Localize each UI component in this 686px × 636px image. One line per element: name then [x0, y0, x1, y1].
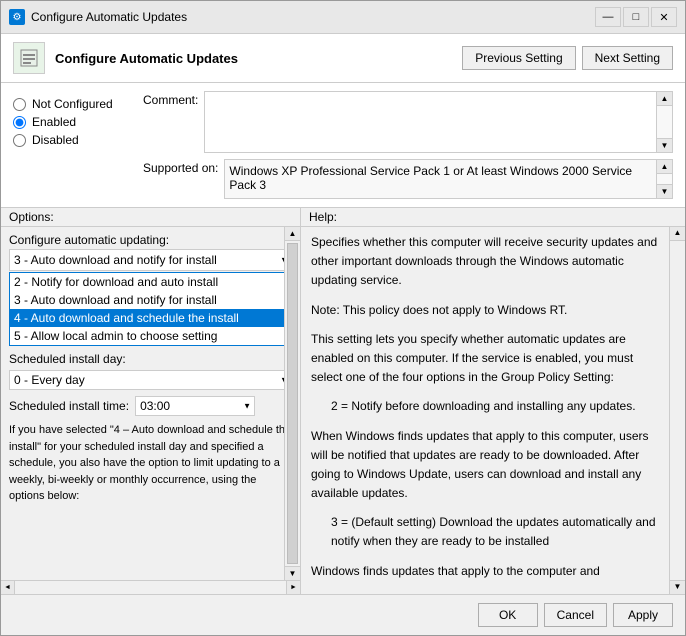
schedule-time-label: Scheduled install time:: [9, 399, 129, 413]
footer: OK Cancel Apply: [1, 594, 685, 635]
header-bar: Configure Automatic Updates Previous Set…: [1, 34, 685, 83]
enabled-option[interactable]: Enabled: [13, 115, 143, 129]
panels-labels: Options: Help:: [1, 208, 685, 227]
schedule-time-select[interactable]: 03:00: [135, 396, 255, 416]
not-configured-label: Not Configured: [32, 97, 113, 111]
schedule-day-group: Scheduled install day: 0 - Every day ▼: [9, 352, 292, 390]
title-bar: ⚙ Configure Automatic Updates — □ ✕: [1, 1, 685, 34]
right-scroll-up[interactable]: ▲: [670, 227, 685, 241]
help-para2: Note: This policy does not apply to Wind…: [311, 301, 659, 320]
left-scroll-up[interactable]: ▲: [285, 227, 300, 241]
schedule-time-group: Scheduled install time: 03:00 ▼: [9, 396, 292, 416]
help-panel: Specifies whether this computer will rec…: [301, 227, 685, 594]
window-icon: ⚙: [9, 9, 25, 25]
help-para5: When Windows finds updates that apply to…: [311, 427, 659, 504]
schedule-time-select-wrapper: 03:00 ▼: [135, 396, 255, 416]
left-panel-scrollbar: ▲ ▼: [284, 227, 300, 580]
right-scroll-down[interactable]: ▼: [670, 580, 685, 594]
disabled-radio[interactable]: [13, 134, 26, 147]
header-navigation: Previous Setting Next Setting: [462, 46, 673, 70]
close-button[interactable]: ✕: [651, 7, 677, 27]
horiz-left-btn[interactable]: ◄: [1, 581, 15, 595]
enabled-label: Enabled: [32, 115, 76, 129]
main-window: ⚙ Configure Automatic Updates — □ ✕ Conf…: [0, 0, 686, 636]
supported-value: Windows XP Professional Service Pack 1 o…: [224, 159, 657, 199]
supported-label: Supported on:: [143, 159, 218, 175]
previous-setting-button[interactable]: Previous Setting: [462, 46, 575, 70]
ok-button[interactable]: OK: [478, 603, 538, 627]
disabled-option[interactable]: Disabled: [13, 133, 143, 147]
dropdown-item-2[interactable]: 2 - Notify for download and auto install: [10, 273, 291, 291]
dropdown-item-5[interactable]: 5 - Allow local admin to choose setting: [10, 327, 291, 345]
header-icon: [13, 42, 45, 74]
right-panel-scrollbar: ▲ ▼: [669, 227, 685, 594]
schedule-day-select-wrapper: 0 - Every day ▼: [9, 370, 292, 390]
not-configured-option[interactable]: Not Configured: [13, 97, 143, 111]
scroll-down-arrow[interactable]: ▼: [657, 138, 672, 152]
info-text: If you have selected "4 – Auto download …: [9, 422, 292, 505]
header-title: Configure Automatic Updates: [55, 51, 452, 66]
dropdown-item-3[interactable]: 3 - Auto download and notify for install: [10, 291, 291, 309]
enabled-radio[interactable]: [13, 116, 26, 129]
supported-scroll-down[interactable]: ▼: [657, 184, 672, 198]
next-setting-button[interactable]: Next Setting: [582, 46, 673, 70]
horiz-right-btn[interactable]: ►: [286, 581, 300, 595]
auto-update-dropdown[interactable]: 3 - Auto download and notify for install: [9, 249, 292, 271]
left-scroll-down[interactable]: ▼: [285, 566, 300, 580]
help-para6: 3 = (Default setting) Download the updat…: [331, 513, 659, 551]
window-title: Configure Automatic Updates: [31, 10, 589, 24]
supported-scrollbar: ▲ ▼: [657, 159, 673, 199]
dropdown-collapsed-row: 3 - Auto download and notify for install…: [9, 249, 292, 271]
dropdown-item-4[interactable]: 4 - Auto download and schedule the insta…: [10, 309, 291, 327]
left-horiz-scroll: ◄ ►: [1, 580, 300, 594]
comment-scrollbar: ▲ ▼: [657, 91, 673, 153]
config-update-group: Configure automatic updating: 3 - Auto d…: [9, 233, 292, 346]
schedule-day-select[interactable]: 0 - Every day: [9, 370, 292, 390]
title-bar-controls: — □ ✕: [595, 7, 677, 27]
scroll-up-arrow[interactable]: ▲: [657, 92, 672, 106]
not-configured-radio[interactable]: [13, 98, 26, 111]
options-section-label: Options:: [1, 208, 301, 226]
apply-button[interactable]: Apply: [613, 603, 673, 627]
options-panel: Configure automatic updating: 3 - Auto d…: [1, 227, 301, 594]
disabled-label: Disabled: [32, 133, 79, 147]
main-panels: Configure automatic updating: 3 - Auto d…: [1, 227, 685, 594]
help-section-label: Help:: [301, 208, 685, 226]
minimize-button[interactable]: —: [595, 7, 621, 27]
maximize-button[interactable]: □: [623, 7, 649, 27]
dropdown-list: 2 - Notify for download and auto install…: [9, 272, 292, 346]
cancel-button[interactable]: Cancel: [544, 603, 607, 627]
schedule-day-label: Scheduled install day:: [9, 352, 292, 366]
comment-textarea[interactable]: [204, 91, 657, 153]
config-updating-label: Configure automatic updating:: [9, 233, 292, 247]
help-para3: This setting lets you specify whether au…: [311, 330, 659, 388]
supported-scroll-up[interactable]: ▲: [657, 160, 672, 174]
help-para1: Specifies whether this computer will rec…: [311, 233, 659, 291]
help-content: Specifies whether this computer will rec…: [311, 233, 675, 588]
help-para4: 2 = Notify before downloading and instal…: [331, 397, 659, 416]
configuration-radio-group: Not Configured Enabled Disabled: [13, 91, 143, 151]
comment-label: Comment:: [143, 91, 198, 107]
top-section: Not Configured Enabled Disabled Comment:…: [1, 83, 685, 208]
help-para7: Windows finds updates that apply to the …: [311, 562, 659, 581]
